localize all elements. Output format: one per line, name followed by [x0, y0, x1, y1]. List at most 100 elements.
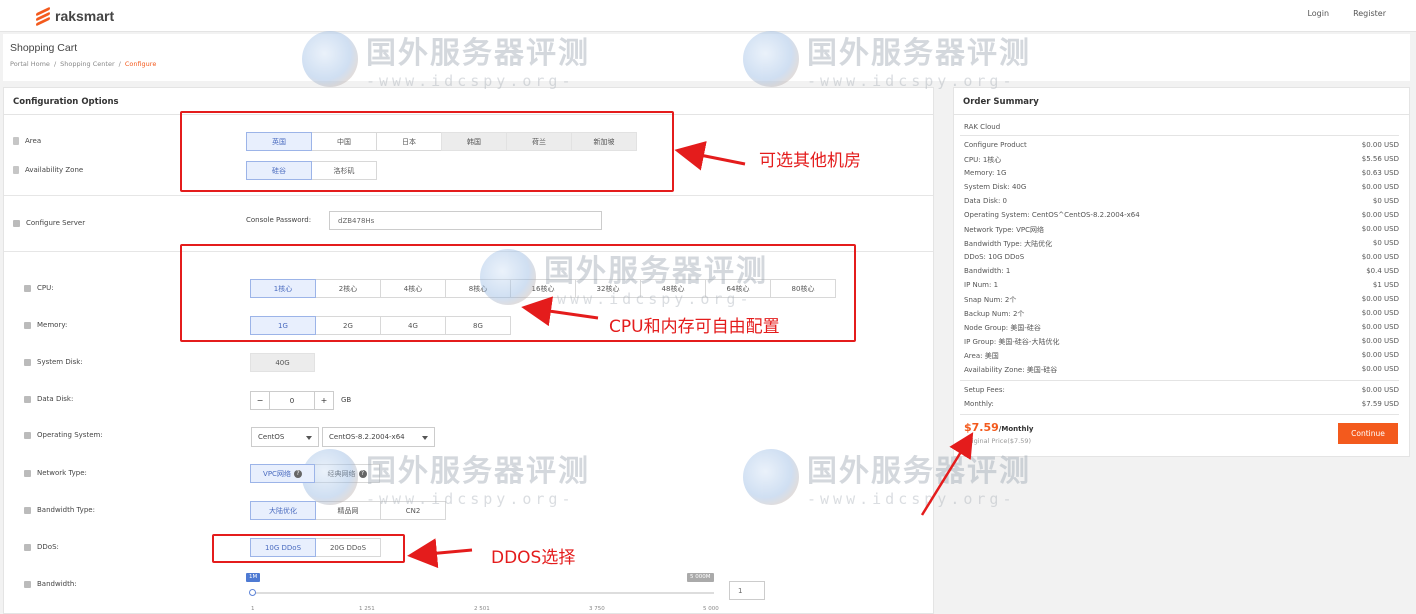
order-line-value: $0.4 USD — [1366, 267, 1399, 275]
order-line-item: Node Group: 美国-硅谷 $0.00 USD — [964, 323, 1399, 333]
order-line-value: $0.63 USD — [1361, 169, 1399, 177]
order-line-item: Operating System: CentOS^CentOS-8.2.2004… — [964, 211, 1399, 219]
checkbox-icon — [24, 284, 31, 292]
area-option[interactable]: 英国 — [246, 132, 312, 151]
bandwidth-type-label-row: Bandwidth Type: — [24, 506, 95, 514]
bandwidth-slider-track[interactable] — [252, 592, 714, 594]
order-line-label: IP Group: 美国-硅谷-大陆优化 — [964, 338, 1060, 346]
login-link[interactable]: Login — [1307, 9, 1329, 18]
order-line-label: System Disk: 40G — [964, 183, 1027, 191]
os-version-select[interactable]: CentOS-8.2.2004-x64 — [322, 427, 435, 447]
data-disk-increment-button[interactable]: + — [314, 391, 334, 410]
bandwidth-slider-handle[interactable] — [249, 589, 256, 596]
system-disk-label-row: System Disk: — [24, 358, 83, 366]
order-line-value: $0.00 USD — [1361, 365, 1399, 373]
order-line-item: Data Disk: 0 $0 USD — [964, 197, 1399, 205]
network-option-classic[interactable]: 经典网络? — [314, 464, 380, 483]
help-icon[interactable]: ? — [293, 469, 302, 478]
order-line-item: IP Group: 美国-硅谷-大陆优化 $0.00 USD — [964, 337, 1399, 347]
top-bar: raksmart Login Register — [0, 0, 1416, 32]
bwtype-option[interactable]: CN2 — [380, 501, 446, 520]
caret-down-icon — [306, 436, 312, 440]
breadcrumb: Portal Home / Shopping Center / Configur… — [10, 60, 156, 68]
system-disk-option-40g[interactable]: 40G — [250, 353, 315, 372]
data-disk-label: Data Disk: — [37, 395, 74, 403]
order-line-label: Data Disk: 0 — [964, 197, 1008, 205]
monthly-line: Monthly: $7.59 USD — [964, 400, 1399, 408]
order-line-item: DDoS: 10G DDoS $0.00 USD — [964, 253, 1399, 261]
bandwidth-tick: 2 501 — [474, 606, 490, 612]
breadcrumb-separator: / — [118, 60, 121, 68]
data-disk-label-row: Data Disk: — [24, 395, 73, 403]
order-line-value: $0.00 USD — [1361, 225, 1399, 233]
bandwidth-max-badge: 5 000M — [687, 573, 714, 582]
breadcrumb-shopping-center[interactable]: Shopping Center — [60, 60, 114, 68]
order-line-item: System Disk: 40G $0.00 USD — [964, 183, 1399, 191]
memory-label-row: Memory: — [24, 321, 67, 329]
document-icon — [13, 137, 19, 145]
bandwidth-label: Bandwidth: — [37, 580, 77, 588]
register-link[interactable]: Register — [1353, 9, 1386, 18]
console-password-label: Console Password: — [246, 216, 312, 224]
cpu-option[interactable]: 1核心 — [250, 279, 316, 298]
brand-logo[interactable]: raksmart — [36, 6, 115, 27]
order-line-value: $0.00 USD — [1361, 183, 1399, 191]
setup-fees-value: $0.00 USD — [1361, 386, 1399, 394]
order-line-item: Network Type: VPC网络 $0.00 USD — [964, 225, 1399, 235]
caret-down-icon — [422, 436, 428, 440]
bwtype-option[interactable]: 大陆优化 — [250, 501, 316, 520]
order-line-value: $0.00 USD — [1361, 309, 1399, 317]
order-line-label: Node Group: 美国-硅谷 — [964, 324, 1041, 332]
bandwidth-type-label: Bandwidth Type: — [37, 506, 95, 514]
network-options: VPC网络? 经典网络? — [250, 464, 380, 483]
order-line-value: $0.00 USD — [1361, 323, 1399, 331]
checkbox-icon — [24, 469, 31, 477]
server-icon — [13, 219, 20, 227]
help-icon[interactable]: ? — [358, 469, 367, 478]
checkbox-icon — [24, 358, 31, 366]
order-line-value: $0 USD — [1372, 239, 1399, 247]
order-line-item: CPU: 1核心 $5.56 USD — [964, 155, 1399, 165]
order-line-value: $0.00 USD — [1361, 253, 1399, 261]
bwtype-option[interactable]: 精品网 — [315, 501, 381, 520]
network-option-vpc[interactable]: VPC网络? — [250, 464, 315, 483]
order-line-value: $0.00 USD — [1361, 141, 1399, 149]
continue-button[interactable]: Continue — [1338, 423, 1398, 444]
order-line-value: $0.00 USD — [1361, 351, 1399, 359]
order-line-value: $0.00 USD — [1361, 211, 1399, 219]
os-label: Operating System: — [37, 431, 103, 439]
data-disk-decrement-button[interactable]: − — [250, 391, 270, 410]
console-password-input[interactable]: dZB478Hs — [329, 211, 602, 230]
checkbox-icon — [24, 543, 31, 551]
order-line-label: Operating System: CentOS^CentOS-8.2.2004… — [964, 211, 1140, 219]
cpu-label-row: CPU: — [24, 284, 54, 292]
os-version-value: CentOS-8.2.2004-x64 — [329, 433, 405, 441]
order-line-item: Bandwidth: 1 $0.4 USD — [964, 267, 1399, 275]
document-icon — [13, 166, 19, 174]
bandwidth-input[interactable]: 1 — [729, 581, 765, 600]
order-line-label: Configure Product — [964, 141, 1027, 149]
area-label-row: Area — [13, 137, 41, 145]
mem-option[interactable]: 1G — [250, 316, 316, 335]
bandwidth-tick: 1 251 — [359, 606, 375, 612]
order-line-label: Network Type: VPC网络 — [964, 226, 1045, 234]
data-disk-stepper: − 0 + — [250, 391, 334, 410]
order-product-name: RAK Cloud — [964, 123, 1001, 131]
page-title: Shopping Cart — [10, 42, 78, 54]
order-line-label: Backup Num: 2个 — [964, 310, 1025, 318]
breadcrumb-portal-home[interactable]: Portal Home — [10, 60, 50, 68]
configure-server-label: Configure Server — [26, 219, 86, 227]
ddos-option[interactable]: 10G DDoS — [250, 538, 316, 557]
brand-name: raksmart — [55, 8, 115, 24]
network-label-row: Network Type: — [24, 469, 87, 477]
total-price: $7.59/Monthly — [964, 421, 1033, 434]
order-line-item: Availability Zone: 美国-硅谷 $0.00 USD — [964, 365, 1399, 375]
monthly-value: $7.59 USD — [1361, 400, 1399, 408]
data-disk-input[interactable]: 0 — [269, 391, 315, 410]
area-label: Area — [25, 137, 42, 145]
network-label: Network Type: — [37, 469, 87, 477]
zone-option[interactable]: 硅谷 — [246, 161, 312, 180]
os-family-select[interactable]: CentOS — [251, 427, 319, 447]
order-summary-heading: Order Summary — [954, 88, 1409, 115]
order-line-value: $5.56 USD — [1361, 155, 1399, 163]
